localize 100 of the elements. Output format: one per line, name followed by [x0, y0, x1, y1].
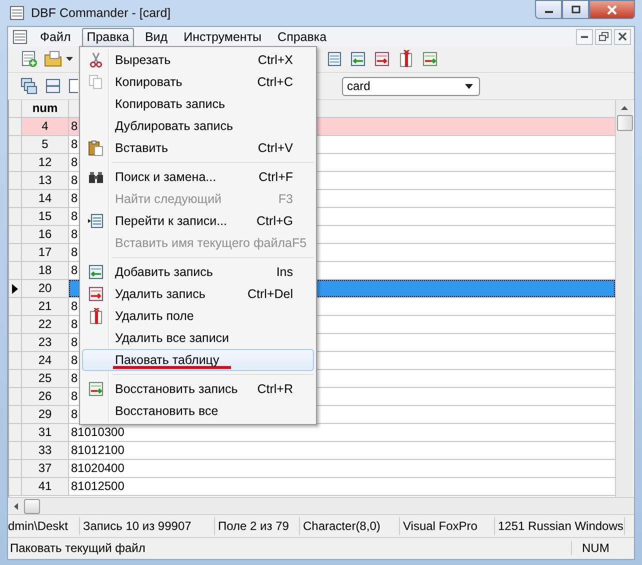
- table-cell: 8: [71, 389, 78, 403]
- window-title: DBF Commander - [card]: [31, 6, 171, 20]
- table-cell: 12: [22, 154, 69, 171]
- menu-item[interactable]: Справка: [272, 28, 332, 46]
- table-cell: 8: [71, 227, 78, 241]
- table-cell: 14: [22, 190, 69, 207]
- table-cell: 15: [22, 208, 69, 225]
- layers-icon[interactable]: [20, 77, 38, 95]
- table-cell: 25: [22, 370, 69, 387]
- status-field: dmin\Deskt: [8, 517, 80, 535]
- table-icon: [12, 28, 28, 44]
- close-button[interactable]: [589, 0, 635, 19]
- table-cell: 8: [71, 155, 78, 169]
- table-dropdown[interactable]: card: [342, 76, 480, 96]
- binoculars-icon: [88, 169, 104, 185]
- scroll-thumb[interactable]: [24, 498, 40, 514]
- maximize-icon: [570, 5, 580, 14]
- table-cell: 26: [22, 388, 69, 405]
- table-cell: 8: [71, 371, 78, 385]
- table-cell: 8: [71, 119, 78, 133]
- table-cell: 81020400: [71, 461, 124, 475]
- minimize-button[interactable]: [576, 28, 593, 44]
- status-field: 1251 Russian Windows: [495, 517, 625, 535]
- table-add-icon[interactable]: [349, 50, 367, 68]
- menu-item[interactable]: Дублировать запись: [82, 115, 314, 137]
- table-delete-icon[interactable]: [373, 50, 391, 68]
- horizontal-scrollbar[interactable]: [8, 497, 634, 514]
- table-cell: 8: [71, 263, 78, 277]
- table-restore-icon: [88, 381, 104, 397]
- table-delete-icon: [88, 286, 104, 302]
- menu-item[interactable]: Добавить запись Ins: [82, 261, 314, 283]
- table-cell: 81010300: [71, 425, 124, 439]
- minimize-icon: [581, 36, 588, 38]
- menu-item[interactable]: Удалить все записи: [82, 327, 314, 349]
- menu-item[interactable]: Паковать таблицу: [82, 349, 314, 371]
- table-add-icon: [88, 264, 104, 280]
- status-field: Character(8,0): [300, 517, 400, 535]
- table-cell: 8: [71, 137, 78, 151]
- folder-icon[interactable]: [44, 50, 62, 68]
- menu-item[interactable]: Поиск и замена... Ctrl+F: [82, 166, 314, 188]
- clipboard-icon: [88, 140, 104, 156]
- menu-item[interactable]: Перейти к записи... Ctrl+G: [82, 210, 314, 232]
- table-cell: 18: [22, 262, 69, 279]
- table-cell: 29: [22, 406, 69, 423]
- copy-icon: [88, 74, 104, 90]
- menu-item[interactable]: Восстановить все: [82, 400, 314, 422]
- table-cell: 8: [71, 209, 78, 223]
- current-row-icon: [12, 284, 18, 294]
- restore-button[interactable]: [595, 28, 612, 44]
- status-message: Паковать текущий файл: [9, 541, 146, 555]
- scroll-left-icon[interactable]: [14, 502, 18, 510]
- field-delete-icon: [88, 308, 104, 324]
- menu-item[interactable]: Удалить запись Ctrl+Del: [82, 283, 314, 305]
- num-lock-indicator: NUM: [571, 541, 620, 555]
- menu-item[interactable]: Копировать запись: [82, 93, 314, 115]
- table-cell: 33: [22, 442, 69, 459]
- table-cell: 8: [71, 407, 78, 421]
- scroll-thumb[interactable]: [616, 115, 632, 131]
- table-icon: [9, 5, 25, 21]
- table-cell: 23: [22, 334, 69, 351]
- maximize-button[interactable]: [562, 0, 589, 19]
- status-field: Поле 2 из 79: [215, 517, 300, 535]
- table-cell: 17: [22, 244, 69, 261]
- split-view-icon[interactable]: [44, 77, 62, 95]
- menu-item[interactable]: Вырезать Ctrl+X: [82, 49, 314, 71]
- table-cell: 20: [22, 280, 69, 297]
- minimize-button[interactable]: [535, 0, 562, 19]
- menu-item[interactable]: Удалить поле: [82, 305, 314, 327]
- menu-item[interactable]: Вставить Ctrl+V: [82, 137, 314, 159]
- status-field: Запись 10 из 99907: [80, 517, 215, 535]
- table-cell: 13: [22, 172, 69, 189]
- menu-item[interactable]: Вид: [140, 28, 173, 46]
- table-cell: 8: [71, 317, 78, 331]
- table-cell: 22: [22, 316, 69, 333]
- close-button[interactable]: [614, 28, 631, 44]
- table-cell: 8: [71, 245, 78, 259]
- table-restore-icon[interactable]: [421, 50, 439, 68]
- table-cell: 81012500: [71, 479, 124, 493]
- table-cell: 24: [22, 352, 69, 369]
- menu-item[interactable]: Файл: [35, 28, 76, 46]
- menu-item[interactable]: Копировать Ctrl+C: [82, 71, 314, 93]
- field-delete-icon[interactable]: [397, 50, 415, 68]
- close-icon: [618, 32, 627, 41]
- scroll-up-icon[interactable]: [621, 106, 628, 110]
- close-icon: [606, 4, 618, 14]
- menu-item[interactable]: Восстановить запись Ctrl+R: [82, 378, 314, 400]
- table-cell: 8: [71, 299, 78, 313]
- row-indicator[interactable]: [9, 280, 22, 297]
- new-table-icon[interactable]: [20, 50, 38, 68]
- caret-icon[interactable]: [66, 57, 73, 61]
- table-cell: 8: [71, 335, 78, 349]
- vertical-scrollbar[interactable]: [615, 100, 633, 497]
- caret-icon: [465, 84, 473, 88]
- restore-icon: [598, 32, 608, 42]
- table-cell: 8: [71, 173, 78, 187]
- table-cell: 41: [22, 478, 69, 495]
- table-cell: 16: [22, 226, 69, 243]
- table-cell: 31: [22, 424, 69, 441]
- table-cell: 37: [22, 460, 69, 477]
- menu-item[interactable]: Инструменты: [178, 28, 267, 46]
